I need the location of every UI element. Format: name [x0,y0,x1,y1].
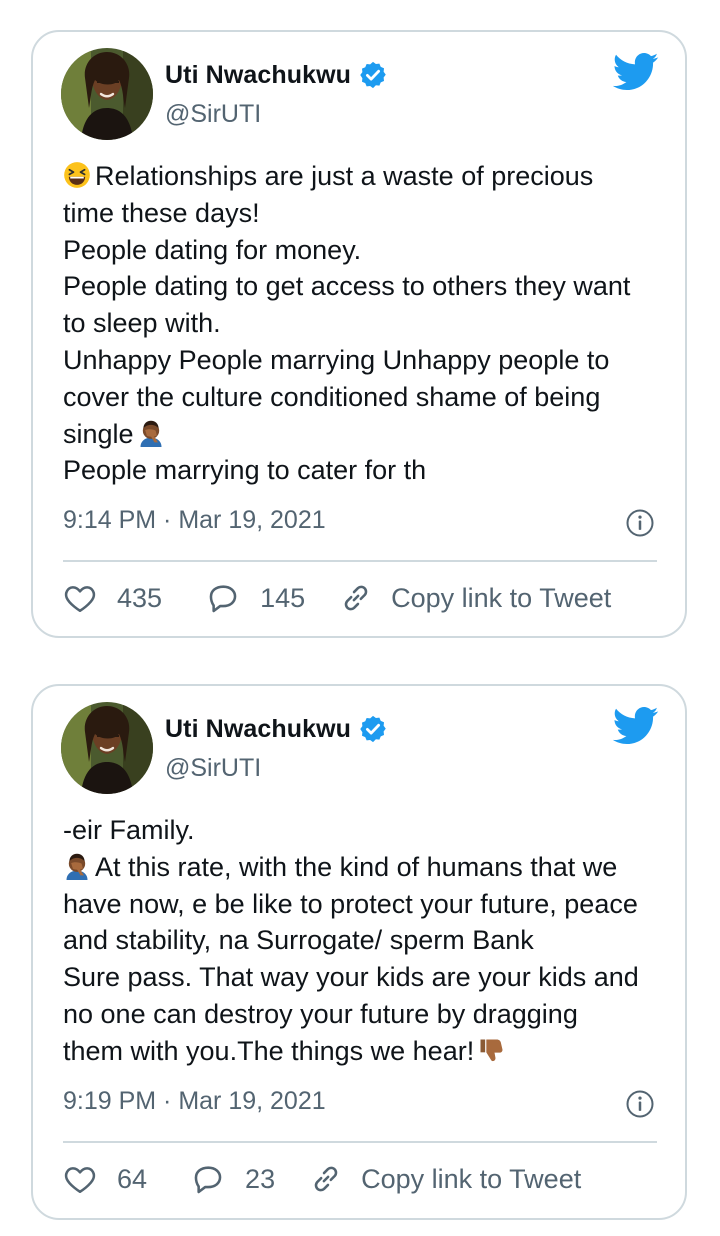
thumbs-down-icon [477,1036,505,1064]
action-bar: 435 145 Copy link to Tweet [63,581,611,615]
heart-icon [63,581,97,615]
tweet-line: Sure pass. That way your kids are your k… [63,962,639,993]
tweet-line: At this rate, with the kind of humans th… [63,849,663,886]
author-name[interactable]: Uti Nwachukwu [165,715,351,744]
tweet-line: time these days! [63,197,260,228]
twitter-bird-icon[interactable] [613,706,659,746]
avatar-image [61,48,153,140]
reply-button[interactable]: 23 [191,1162,275,1196]
tweet-line: to sleep with. [63,308,221,339]
avatar-image [61,702,153,794]
copy-link-label: Copy link to Tweet [361,1163,582,1194]
tweet-line: Relationships are just a waste of precio… [63,158,663,195]
reply-bubble-icon [206,581,240,615]
tweet-line: People dating for money. [63,234,362,265]
tweet-card[interactable]: Uti Nwachukwu @SirUTI Relationships are … [31,30,687,638]
author-handle[interactable]: @SirUTI [165,100,261,129]
tweet-text: Relationships are just a waste of precio… [63,158,663,489]
tweet-timestamp[interactable]: 9:19 PM · Mar 19, 2021 [63,1087,326,1116]
verified-badge-icon [358,714,388,744]
tweet-text: -eir Family. At this rate, with the kind… [63,812,663,1070]
avatar[interactable] [61,48,153,140]
link-icon [309,1162,343,1196]
tweet-line: no one can destroy your future by draggi… [63,998,578,1029]
copy-link-button[interactable]: Copy link to Tweet [339,581,611,615]
author-name[interactable]: Uti Nwachukwu [165,61,351,90]
like-count: 435 [117,582,163,613]
grinning-squinting-face-icon [63,161,91,189]
tweet-line: cover the culture conditioned shame of b… [63,381,601,412]
man-facepalming-icon [63,852,91,880]
copy-link-label: Copy link to Tweet [391,582,612,613]
reply-button[interactable]: 145 [206,581,305,615]
like-count: 64 [117,1163,148,1194]
divider [63,1141,657,1143]
reply-count: 23 [245,1163,276,1194]
twitter-bird-icon[interactable] [613,52,659,92]
man-facepalming-icon [137,419,165,447]
tweet-card[interactable]: Uti Nwachukwu @SirUTI -eir Family. At th… [31,684,687,1220]
reply-bubble-icon [191,1162,225,1196]
tweet-timestamp[interactable]: 9:14 PM · Mar 19, 2021 [63,506,326,535]
heart-icon [63,1162,97,1196]
avatar[interactable] [61,702,153,794]
tweet-line: single [63,416,663,453]
info-icon[interactable] [625,508,655,538]
info-icon[interactable] [625,1089,655,1119]
tweet-line: and stability, na Surrogate/ sperm Bank [63,925,534,956]
tweet-line: People marrying to cater for th [63,455,427,486]
action-bar: 64 23 Copy link to Tweet [63,1162,581,1196]
tweet-line: them with you.The things we hear! [63,1033,663,1070]
divider [63,560,657,562]
copy-link-button[interactable]: Copy link to Tweet [309,1162,581,1196]
reply-count: 145 [260,582,306,613]
tweet-line: -eir Family. [63,815,195,845]
link-icon [339,581,373,615]
verified-badge-icon [358,60,388,90]
like-button[interactable]: 64 [63,1162,147,1196]
like-button[interactable]: 435 [63,581,162,615]
tweet-line: Unhappy People marrying Unhappy people t… [63,344,610,375]
tweet-line: have now, e be like to protect your futu… [63,888,638,919]
tweet-line: People dating to get access to others th… [63,271,631,302]
author-handle[interactable]: @SirUTI [165,754,261,783]
